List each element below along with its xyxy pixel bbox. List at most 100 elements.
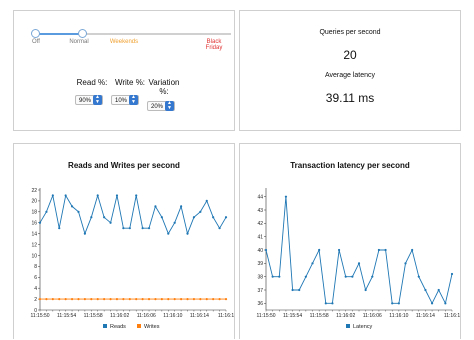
legend-swatch-latency [346, 324, 350, 328]
x-tick-label: 11:15:50 [30, 313, 49, 319]
y-tick-label: 16 [31, 221, 37, 227]
scale-normal-label: Normal [69, 39, 89, 45]
series-line-reads [39, 193, 227, 236]
y-tick-label: 43 [257, 208, 263, 214]
data-point-writes [115, 297, 119, 301]
scale-off-label: Off [32, 39, 40, 45]
data-point-writes [205, 297, 208, 301]
x-tick-label: 11:16:10 [163, 313, 182, 319]
data-point-latency [271, 275, 274, 278]
data-point-reads [160, 216, 163, 219]
data-point-reads [135, 194, 138, 197]
data-point-latency [364, 288, 367, 292]
data-point-reads [192, 216, 196, 219]
data-point-writes [141, 297, 144, 301]
y-tick-label: 14 [31, 231, 37, 237]
series-line-latency [265, 196, 453, 305]
slider-start-knob[interactable] [31, 29, 40, 38]
data-point-reads [103, 216, 106, 219]
legend-label-writes: Writes [144, 324, 160, 330]
data-point-latency [337, 248, 341, 252]
x-tick-label: 11:16:14 [416, 313, 435, 319]
x-tick-label: 11:15:54 [57, 313, 76, 319]
write-percent-select[interactable]: 10% ▲ ▼ [111, 95, 139, 105]
data-point-latency [377, 248, 381, 252]
data-point-writes [173, 297, 176, 301]
data-point-latency [397, 302, 400, 305]
variation-percent-label: Variation %: [148, 78, 180, 96]
data-point-reads [141, 227, 144, 230]
data-point-writes [192, 297, 196, 301]
data-point-latency [311, 262, 314, 265]
data-point-latency [298, 288, 301, 292]
qps-label: Queries per second [319, 29, 381, 36]
select-arrows-icon: ▲ ▼ [129, 95, 138, 105]
y-tick-label: 4 [34, 286, 37, 292]
y-tick-label: 18 [31, 210, 37, 216]
data-point-latency [424, 288, 427, 292]
data-point-latency [417, 275, 420, 278]
data-point-reads [96, 194, 99, 197]
data-point-reads [122, 227, 125, 230]
y-tick-label: 12 [31, 242, 37, 248]
read-percent-select[interactable]: 90% ▲ ▼ [75, 95, 103, 105]
data-point-reads [205, 199, 208, 203]
stats-panel: Queries per second 20 Average latency 39… [239, 10, 461, 131]
data-point-writes [109, 297, 112, 301]
data-point-latency [351, 275, 354, 278]
select-arrows-icon: ▲ ▼ [93, 95, 102, 105]
reads-writes-chart: 024681012141618202211:15:50 11:15:54 11:15… [30, 188, 235, 330]
data-point-latency [278, 275, 281, 278]
slider-knob[interactable] [78, 29, 88, 38]
data-point-writes [70, 297, 74, 301]
variation-percent-select[interactable]: 20% ▲ ▼ [147, 101, 175, 111]
select-arrows-icon: ▲ ▼ [165, 101, 174, 111]
x-tick-label: 11:15:50 [256, 313, 275, 319]
data-point-reads [64, 194, 67, 197]
data-point-writes [199, 297, 202, 301]
x-tick-label: 11:16:1 [218, 313, 235, 319]
data-point-latency [430, 302, 434, 305]
data-point-reads [128, 227, 131, 230]
data-point-writes [154, 297, 157, 301]
data-point-reads [51, 194, 54, 197]
data-point-latency [371, 275, 374, 278]
load-level-slider[interactable] [31, 29, 231, 38]
data-point-reads [109, 221, 112, 224]
data-point-writes [180, 297, 183, 301]
qps-value: 20 [343, 48, 357, 62]
latency-chart: 36 37 38 39 40 41 42 43 44 11:15:50 11:15:54 11:15:… [256, 188, 460, 330]
data-point-latency [391, 302, 394, 305]
data-point-writes [83, 297, 86, 301]
data-point-writes [212, 297, 215, 301]
data-point-latency [357, 262, 361, 265]
latency-label: Average latency [324, 72, 376, 79]
x-tick-label: 11:16:10 [389, 313, 408, 319]
data-point-reads [218, 227, 221, 230]
data-point-latency [404, 262, 407, 265]
y-tick-label: 42 [257, 221, 263, 227]
data-point-writes [167, 297, 170, 301]
data-point-reads [212, 216, 215, 219]
y-tick-label: 38 [257, 274, 263, 280]
data-point-reads [224, 216, 228, 219]
data-point-writes [122, 297, 125, 301]
data-point-reads [90, 216, 93, 219]
data-point-writes [96, 297, 99, 301]
latency-value: 39.11 ms [325, 91, 375, 105]
y-tick-label: 8 [34, 264, 37, 270]
slider-fill [35, 33, 83, 35]
data-point-latency [437, 288, 440, 292]
data-point-writes [147, 297, 151, 301]
data-point-writes [58, 297, 61, 301]
data-point-reads [180, 205, 183, 208]
data-point-latency [344, 275, 347, 278]
load-controls-panel: Off Normal Weekends Black Friday Read %:… [13, 10, 235, 131]
data-point-writes [90, 297, 93, 301]
x-tick-label: 11:16:06 [363, 313, 382, 319]
x-tick-label: 11:16:14 [190, 313, 209, 319]
x-tick-label: 11:16:02 [110, 313, 129, 319]
scale-weekends-label: Weekends [109, 39, 139, 45]
data-point-latency [331, 302, 334, 305]
scale-black-friday-label: Black Friday [205, 39, 223, 51]
